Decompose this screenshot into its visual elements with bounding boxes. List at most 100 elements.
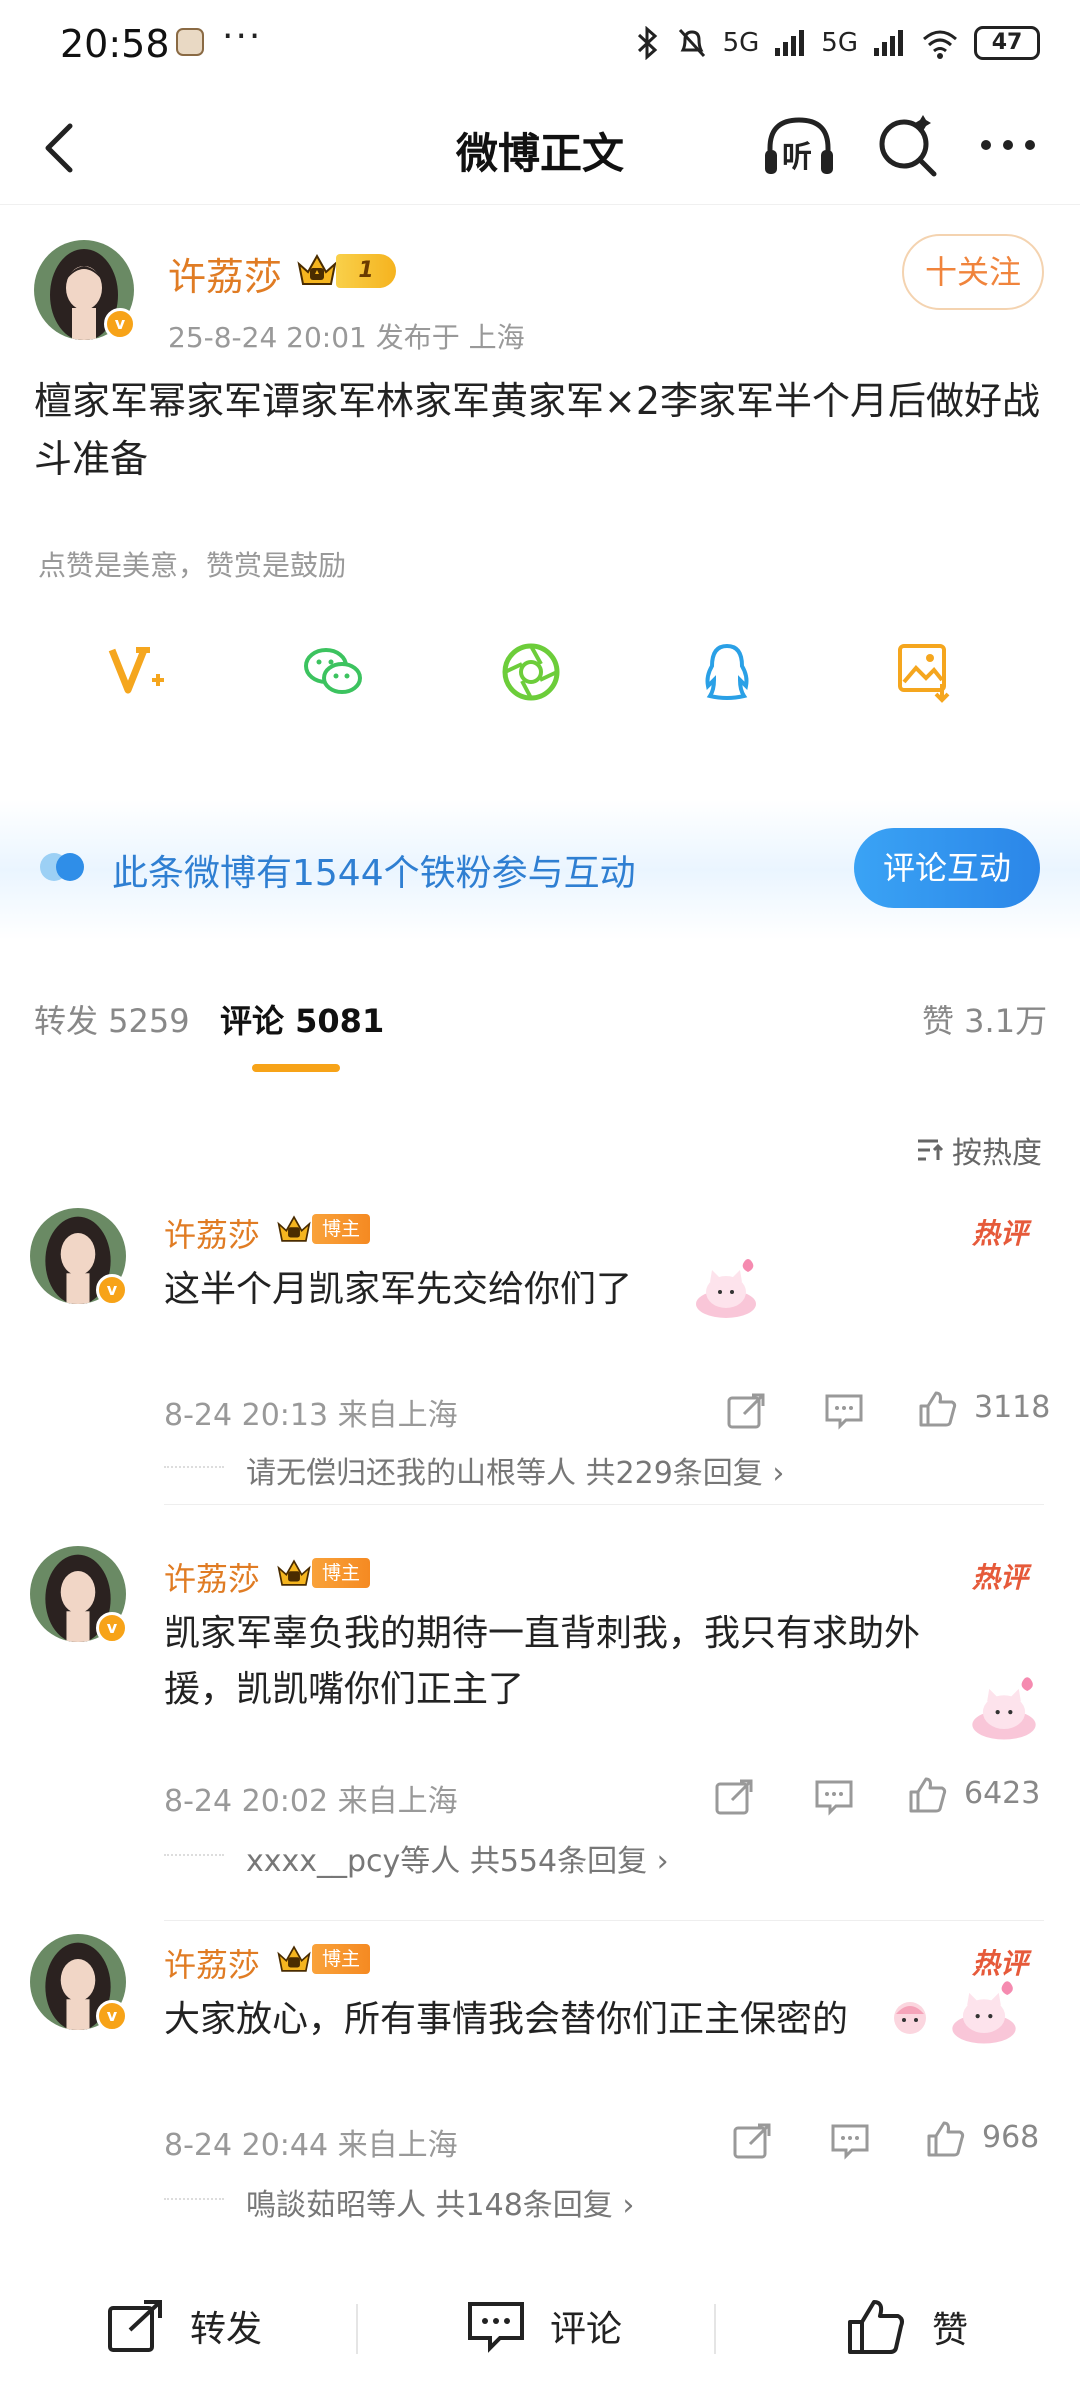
view-replies-link[interactable]: 请无偿归还我的山根等人 共229条回复 › <box>246 1448 784 1492</box>
bottom-separator <box>714 2304 716 2354</box>
like-thumb-icon[interactable] <box>908 1776 948 1814</box>
tab-like[interactable]: 赞 3.1万 <box>922 996 1047 1042</box>
fans-interaction-text[interactable]: 此条微博有1544个铁粉参与互动 <box>112 844 636 896</box>
status-bar: 20:58 ··· 5G 5G 47 <box>0 0 1080 90</box>
active-tab-indicator <box>252 1064 340 1072</box>
view-replies-link[interactable]: 鳴談茹昭等人 共148条回复 › <box>246 2180 634 2224</box>
post-tabs: 转发 5259 评论 5081 赞 3.1万 <box>0 996 1080 1076</box>
blogger-tag: 博主 <box>312 1944 370 1974</box>
comment-item: v 许荔莎 博主 热评 凯家军辜负我的期待一直背刺我，我只有求助外援，凯凯嘴你们… <box>0 1538 1080 1921</box>
verified-badge-icon: v <box>96 2000 128 2032</box>
signal-5g-label-2: 5G <box>821 28 858 58</box>
comment-text: 大家放心，所有事情我会替你们正主保密的 <box>164 1999 849 2040</box>
comment-meta: 8-24 20:44 来自上海 <box>164 2128 458 2163</box>
comment-label: 评论 <box>550 2309 623 2350</box>
commenter-name[interactable]: 许荔莎 <box>164 1554 260 1600</box>
emoji-sticker-icon <box>894 2002 926 2034</box>
reply-dots <box>164 1466 224 1468</box>
like-thumb-icon <box>848 2300 904 2354</box>
signal-bars-icon-2 <box>874 30 903 56</box>
hot-comment-tag: 热评 <box>972 1561 1029 1594</box>
forward-icon[interactable] <box>732 2122 772 2160</box>
search-icon[interactable] <box>874 112 940 180</box>
like-label: 赞 <box>932 2310 969 2351</box>
tab-comment[interactable]: 评论 5081 <box>220 996 384 1042</box>
hot-comment-tag: 热评 <box>972 1217 1029 1250</box>
view-replies-link[interactable]: xxxx__pcy等人 共554条回复 › <box>246 1836 669 1880</box>
comment-divider <box>164 1920 1044 1921</box>
wifi-icon <box>923 30 957 59</box>
comment-meta: 8-24 20:13 来自上海 <box>164 1398 458 1433</box>
like-count: 6423 <box>964 1776 1041 1811</box>
crown-badge-icon <box>277 1945 311 1972</box>
like-button[interactable]: 赞 <box>846 2298 968 2356</box>
comment-text: 凯家军辜负我的期待一直背刺我，我只有求助外援，凯凯嘴你们正主了 <box>164 1613 921 1710</box>
crown-badge-icon <box>277 1559 311 1586</box>
like-thumb-icon[interactable] <box>918 1390 958 1428</box>
follow-button[interactable]: 十关注 <box>902 234 1044 310</box>
more-notifications-icon: ··· <box>222 16 263 57</box>
reply-dots <box>164 1854 224 1856</box>
top-nav-bar: 微博正文 听 <box>0 90 1080 205</box>
blogger-tag: 博主 <box>312 1214 370 1244</box>
bluetooth-icon <box>637 26 657 60</box>
bottom-separator <box>356 2304 358 2354</box>
more-options-icon[interactable] <box>976 120 1040 170</box>
comment-button[interactable]: 评论 <box>466 2298 622 2354</box>
post-body-text: 檀家军幂家军谭家军林家军黄家军×2李家军半个月后做好战斗准备 <box>34 379 1041 481</box>
sort-label: 按热度 <box>952 1136 1042 1171</box>
crown-badge-icon <box>297 253 337 285</box>
repost-button[interactable]: 转发 <box>106 2298 262 2354</box>
comment-item: v 许荔莎 博主 热评 大家放心，所有事情我会替你们正主保密的 8-24 20:… <box>0 1926 1080 2226</box>
comment-icon[interactable] <box>830 2122 870 2160</box>
comment-item: v 许荔莎 博主 热评 这半个月凯家军先交给你们了 8-24 20:13 来自上… <box>0 1200 1080 1505</box>
repost-icon <box>108 2300 162 2352</box>
bottom-action-bar: 转发 评论 赞 <box>0 2268 1080 2400</box>
crown-badge-icon <box>277 1215 311 1242</box>
cat-sticker-icon <box>972 1677 1036 1740</box>
listen-label: 听 <box>782 140 812 175</box>
wechat-icon[interactable] <box>302 640 364 704</box>
sort-icon <box>918 1139 944 1161</box>
comment-icon[interactable] <box>814 1778 854 1816</box>
forward-icon[interactable] <box>714 1778 754 1816</box>
verified-badge-icon: v <box>104 308 136 340</box>
sort-by-hot-button[interactable]: 按热度 <box>916 1128 1042 1172</box>
comment-meta: 8-24 20:02 来自上海 <box>164 1784 458 1819</box>
vplus-icon[interactable] <box>106 640 168 704</box>
verified-badge-icon: v <box>96 1612 128 1644</box>
comment-interact-button[interactable]: 评论互动 <box>854 828 1040 908</box>
moments-icon[interactable] <box>500 640 562 704</box>
save-image-icon[interactable] <box>894 640 956 704</box>
signal-5g-label-1: 5G <box>722 28 760 58</box>
like-count: 3118 <box>974 1390 1051 1425</box>
author-name[interactable]: 许荔莎 <box>168 246 282 301</box>
like-count: 968 <box>982 2120 1040 2155</box>
commenter-name[interactable]: 许荔莎 <box>164 1940 260 1986</box>
commenter-name[interactable]: 许荔莎 <box>164 1210 260 1256</box>
qq-icon[interactable] <box>696 640 758 704</box>
mute-bell-icon <box>678 28 705 58</box>
status-indicators: 5G 5G 47 <box>635 26 1040 60</box>
signal-bars-icon <box>775 30 805 56</box>
repost-label: 转发 <box>190 2309 263 2350</box>
comment-text: 这半个月凯家军先交给你们了 <box>164 1269 633 1310</box>
comment-icon <box>468 2302 524 2353</box>
share-row <box>0 640 1080 720</box>
reply-dots <box>164 2198 224 2200</box>
listen-button[interactable]: 听 <box>762 114 836 180</box>
like-thumb-icon[interactable] <box>926 2120 966 2158</box>
post-meta: 25-8-24 20:01 发布于 上海 <box>168 321 525 354</box>
app-notification-icon <box>176 28 204 56</box>
comment-divider <box>164 1504 1044 1505</box>
blogger-tag: 博主 <box>312 1558 370 1588</box>
verified-badge-icon: v <box>96 1274 128 1306</box>
reward-hint: 点赞是美意，赞赏是鼓励 <box>38 549 347 582</box>
status-time: 20:58 <box>60 22 170 66</box>
fans-icon <box>40 853 84 881</box>
battery-indicator: 47 <box>974 26 1040 60</box>
tab-repost[interactable]: 转发 5259 <box>34 996 190 1042</box>
comment-icon[interactable] <box>824 1392 864 1430</box>
cat-sticker-icon <box>696 1259 756 1318</box>
forward-icon[interactable] <box>726 1392 766 1430</box>
